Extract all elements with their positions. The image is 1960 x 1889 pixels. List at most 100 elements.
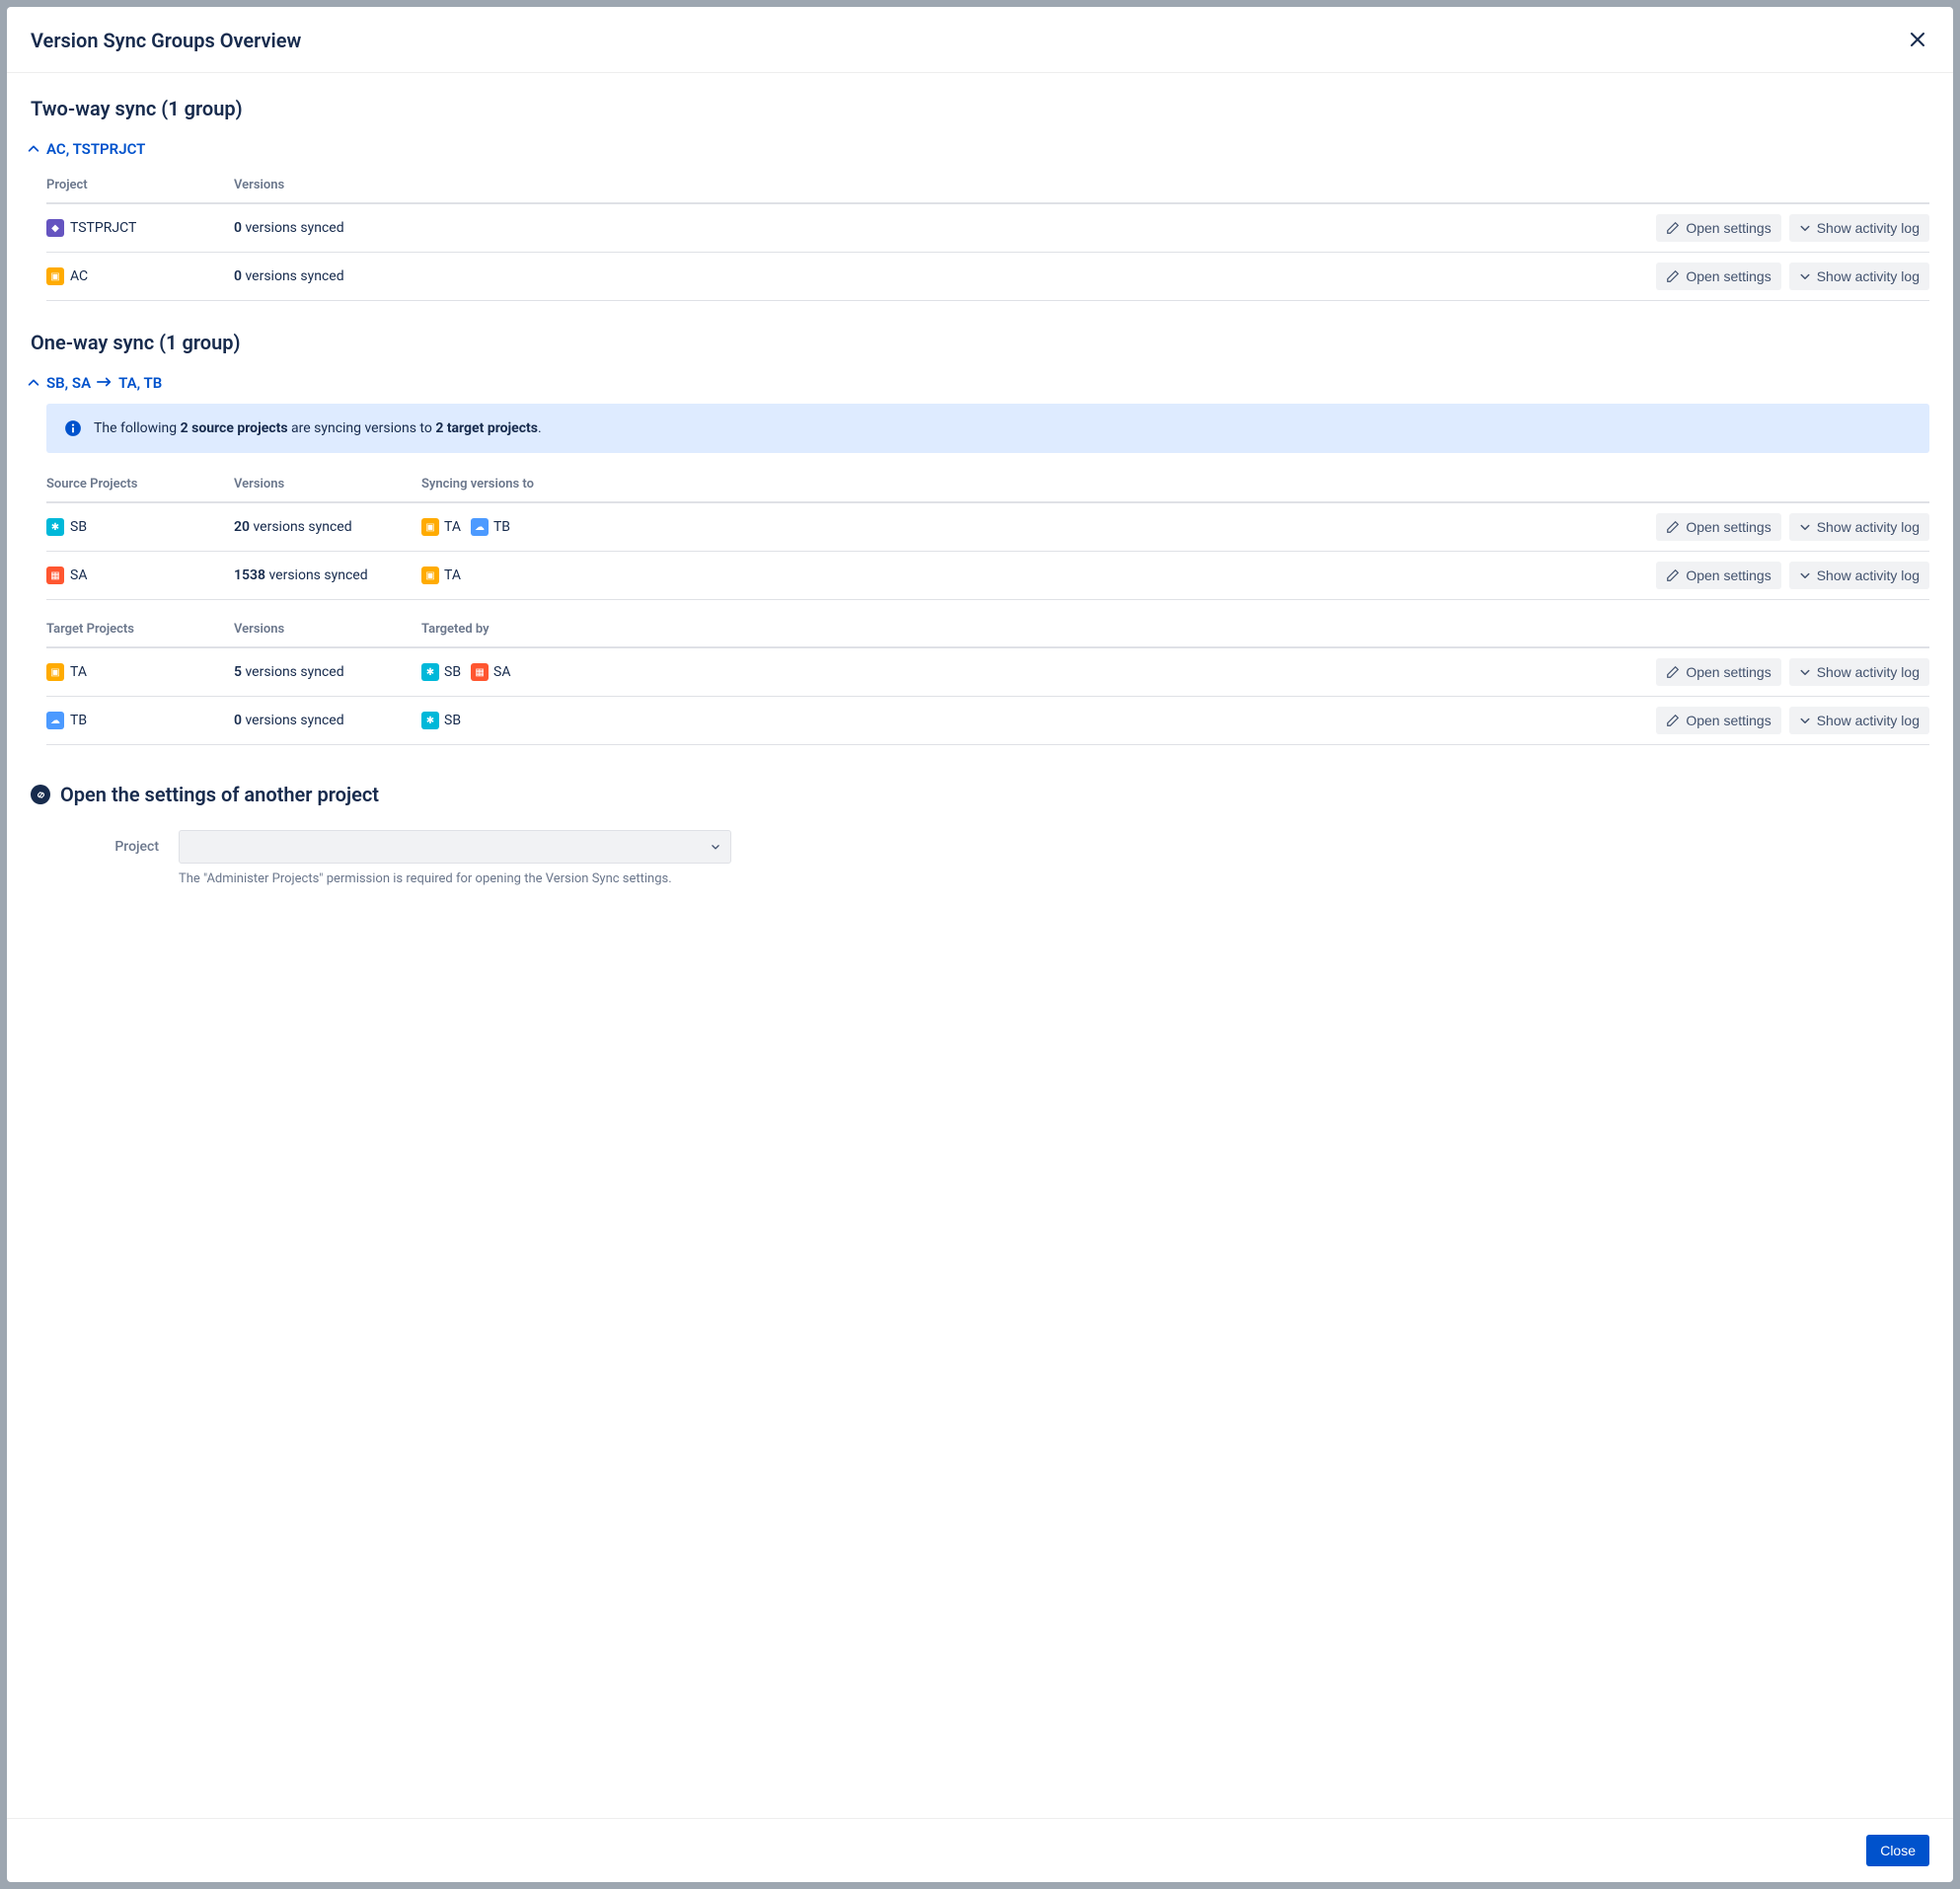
project-icon: ✱ bbox=[421, 712, 439, 729]
permission-hint: The "Administer Projects" permission is … bbox=[179, 871, 1929, 886]
table-row: ▣ TA 5 versions synced ✱SB ▦SA Open sett… bbox=[46, 648, 1929, 697]
project-icon: ☁ bbox=[471, 518, 489, 536]
project-name: TB bbox=[70, 713, 87, 728]
link-icon bbox=[31, 785, 50, 804]
modal-header: Version Sync Groups Overview bbox=[7, 7, 1953, 73]
table-header: Project Versions bbox=[46, 170, 1929, 204]
versions-cell: 1538 versions synced bbox=[234, 567, 421, 583]
project-icon: ▣ bbox=[46, 663, 64, 681]
modal-dialog: Version Sync Groups Overview Two-way syn… bbox=[7, 7, 1953, 1882]
project-icon: ▦ bbox=[46, 567, 64, 584]
project-select[interactable] bbox=[179, 830, 731, 864]
source-chip: ▦SA bbox=[471, 663, 510, 681]
col-header-targeted-by: Targeted by bbox=[421, 622, 1929, 637]
col-header-project: Project bbox=[46, 178, 234, 192]
chevron-down-icon bbox=[711, 842, 720, 852]
one-way-group-right: TA, TB bbox=[118, 374, 162, 392]
project-label: Project bbox=[90, 839, 159, 855]
modal-footer: Close bbox=[7, 1818, 1953, 1882]
col-header-target: Target Projects bbox=[46, 622, 234, 637]
chevron-up-icon bbox=[27, 142, 40, 157]
col-header-versions: Versions bbox=[234, 178, 421, 192]
arrow-right-icon bbox=[97, 374, 113, 392]
col-header-source: Source Projects bbox=[46, 477, 234, 491]
open-settings-button[interactable]: Open settings bbox=[1656, 214, 1780, 242]
project-icon: ▦ bbox=[471, 663, 489, 681]
info-icon bbox=[64, 419, 82, 437]
project-icon: ▣ bbox=[421, 518, 439, 536]
project-icon: ◆ bbox=[46, 219, 64, 237]
show-activity-log-button[interactable]: Show activity log bbox=[1789, 513, 1929, 541]
chevron-down-icon bbox=[1799, 715, 1811, 726]
show-activity-log-button[interactable]: Show activity log bbox=[1789, 658, 1929, 686]
versions-cell: 0 versions synced bbox=[234, 268, 421, 284]
project-name: AC bbox=[70, 268, 88, 284]
pencil-icon bbox=[1666, 221, 1680, 235]
modal-title: Version Sync Groups Overview bbox=[31, 29, 301, 52]
open-settings-button[interactable]: Open settings bbox=[1656, 513, 1780, 541]
open-settings-button[interactable]: Open settings bbox=[1656, 707, 1780, 734]
chevron-down-icon bbox=[1799, 521, 1811, 533]
project-icon: ✱ bbox=[421, 663, 439, 681]
table-row: ▣ AC 0 versions synced Open settings Sho… bbox=[46, 253, 1929, 301]
table-header: Target Projects Versions Targeted by bbox=[46, 614, 1929, 648]
pencil-icon bbox=[1666, 714, 1680, 727]
show-activity-log-button[interactable]: Show activity log bbox=[1789, 707, 1929, 734]
versions-cell: 20 versions synced bbox=[234, 519, 421, 535]
show-activity-log-button[interactable]: Show activity log bbox=[1789, 562, 1929, 589]
pencil-icon bbox=[1666, 269, 1680, 283]
open-settings-button[interactable]: Open settings bbox=[1656, 263, 1780, 290]
versions-cell: 5 versions synced bbox=[234, 664, 421, 680]
pencil-icon bbox=[1666, 520, 1680, 534]
table-row: ▦ SA 1538 versions synced ▣TA Open setti… bbox=[46, 552, 1929, 600]
open-settings-button[interactable]: Open settings bbox=[1656, 562, 1780, 589]
target-chip: ☁TB bbox=[471, 518, 510, 536]
chevron-down-icon bbox=[1799, 666, 1811, 678]
modal-body: Two-way sync (1 group) AC, TSTPRJCT Proj… bbox=[7, 73, 1953, 1818]
target-chip: ▣TA bbox=[421, 567, 461, 584]
open-settings-button[interactable]: Open settings bbox=[1656, 658, 1780, 686]
chevron-down-icon bbox=[1799, 222, 1811, 234]
col-header-versions: Versions bbox=[234, 622, 421, 637]
target-chip: ▣TA bbox=[421, 518, 461, 536]
show-activity-log-button[interactable]: Show activity log bbox=[1789, 263, 1929, 290]
open-another-header: Open the settings of another project bbox=[31, 783, 1929, 806]
table-row: ◆ TSTPRJCT 0 versions synced Open settin… bbox=[46, 204, 1929, 253]
show-activity-log-button[interactable]: Show activity log bbox=[1789, 214, 1929, 242]
col-header-versions: Versions bbox=[234, 477, 421, 491]
table-row: ☁ TB 0 versions synced ✱SB Open settings… bbox=[46, 697, 1929, 745]
project-name: SB bbox=[70, 519, 87, 535]
two-way-table: Project Versions ◆ TSTPRJCT 0 versions s… bbox=[46, 170, 1929, 301]
close-icon[interactable] bbox=[1906, 25, 1929, 56]
one-way-section-title: One-way sync (1 group) bbox=[31, 331, 1929, 354]
close-button[interactable]: Close bbox=[1866, 1835, 1929, 1866]
project-icon: ▣ bbox=[421, 567, 439, 584]
project-name: SA bbox=[70, 567, 87, 583]
project-select-row: Project bbox=[90, 830, 1929, 864]
versions-cell: 0 versions synced bbox=[234, 713, 421, 728]
chevron-down-icon bbox=[1799, 270, 1811, 282]
source-chip: ✱SB bbox=[421, 712, 461, 729]
info-banner: The following 2 source projects are sync… bbox=[46, 404, 1929, 453]
two-way-section-title: Two-way sync (1 group) bbox=[31, 97, 1929, 120]
source-chip: ✱SB bbox=[421, 663, 461, 681]
one-way-group-left: SB, SA bbox=[46, 374, 91, 392]
project-icon: ▣ bbox=[46, 267, 64, 285]
table-row: ✱ SB 20 versions synced ▣TA ☁TB Open set… bbox=[46, 503, 1929, 552]
pencil-icon bbox=[1666, 568, 1680, 582]
project-icon: ✱ bbox=[46, 518, 64, 536]
col-header-syncing: Syncing versions to bbox=[421, 477, 1929, 491]
one-way-group-toggle[interactable]: SB, SA TA, TB bbox=[27, 374, 1929, 392]
two-way-group-label: AC, TSTPRJCT bbox=[46, 140, 145, 158]
table-header: Source Projects Versions Syncing version… bbox=[46, 469, 1929, 503]
chevron-down-icon bbox=[1799, 569, 1811, 581]
two-way-group-toggle[interactable]: AC, TSTPRJCT bbox=[27, 140, 1929, 158]
versions-cell: 0 versions synced bbox=[234, 220, 421, 236]
chevron-up-icon bbox=[27, 376, 40, 391]
source-projects-table: Source Projects Versions Syncing version… bbox=[46, 469, 1929, 745]
project-name: TA bbox=[70, 664, 87, 680]
pencil-icon bbox=[1666, 665, 1680, 679]
project-icon: ☁ bbox=[46, 712, 64, 729]
project-name: TSTPRJCT bbox=[70, 220, 136, 236]
open-another-project-section: Open the settings of another project Pro… bbox=[31, 783, 1929, 886]
